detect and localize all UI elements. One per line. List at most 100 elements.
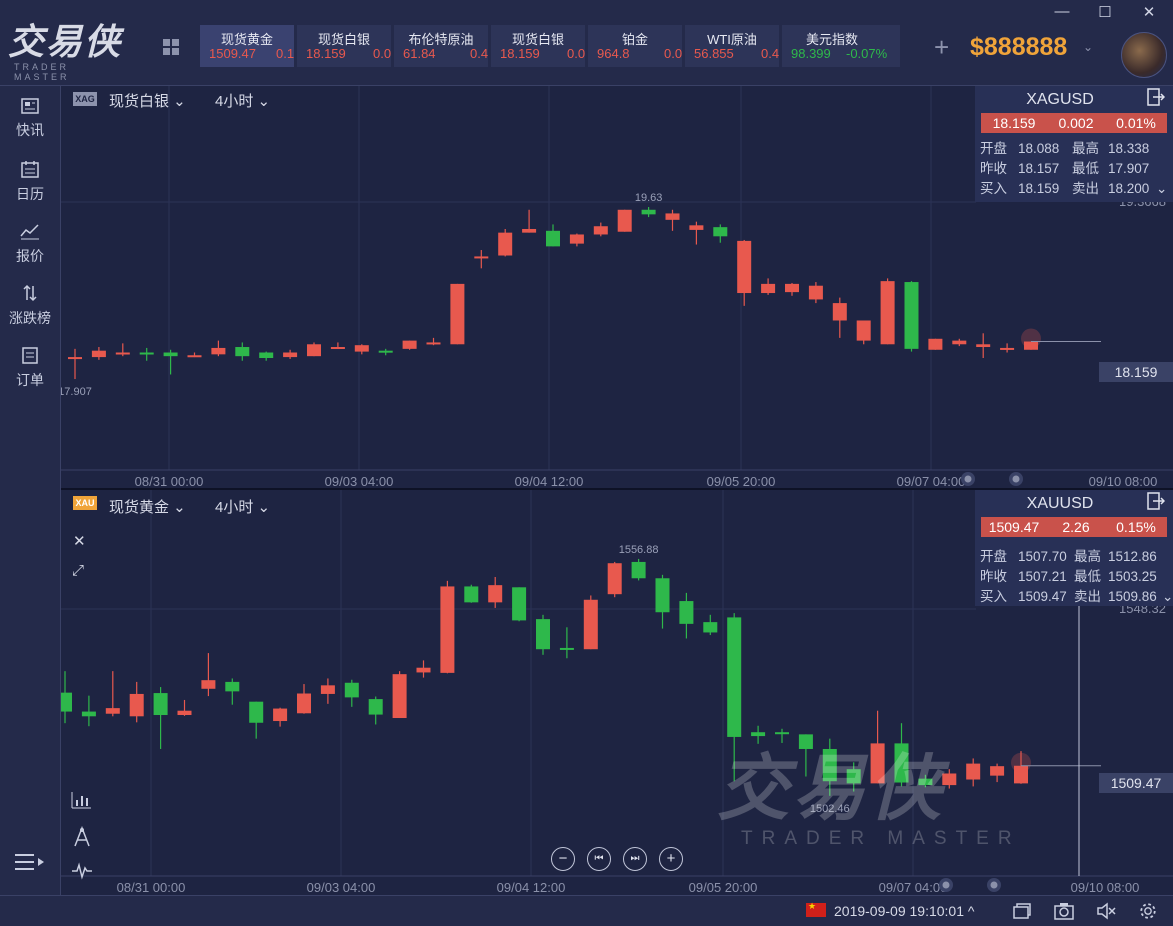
jump-first-button[interactable]: ⏮ <box>587 847 611 871</box>
jump-last-button[interactable]: ⏭ <box>623 847 647 871</box>
candle-body <box>129 693 144 717</box>
sidebar-item-ranking[interactable]: 涨跌榜 <box>0 284 60 328</box>
candle-body <box>498 232 513 256</box>
x-axis-tick-label: 08/31 00:00 <box>135 474 204 488</box>
minimize-button[interactable]: — <box>1050 3 1074 20</box>
sidebar-item-calendar[interactable]: 日历 <box>0 160 60 204</box>
account-balance[interactable]: $888888 <box>970 33 1067 62</box>
candle-body <box>153 693 168 716</box>
ranking-icon <box>23 284 37 302</box>
grid-menu-icon[interactable] <box>162 38 180 56</box>
settings-gear-icon[interactable] <box>1138 902 1158 920</box>
zoom-in-button[interactable]: + <box>659 847 683 871</box>
x-axis-tick-label: 08/31 00:00 <box>117 880 186 895</box>
candle-body <box>679 601 694 624</box>
candle-body <box>249 701 264 723</box>
quote-percent: 0.15% <box>1116 519 1156 535</box>
sidebar-item-label: 订单 <box>16 372 44 388</box>
ticker-item[interactable]: 现货白银 18.159 0.0 <box>297 25 391 67</box>
candle-body <box>727 617 742 737</box>
scroll-handle-dot <box>964 475 972 483</box>
label-open: 开盘 <box>980 549 1007 564</box>
scroll-handle-dot <box>942 881 950 889</box>
candle-body <box>1000 347 1015 350</box>
window-layout-icon[interactable] <box>1012 902 1032 920</box>
label-high: 最高 <box>1072 141 1099 156</box>
chart-panel-silver: 19.366808/31 00:0009/03 04:0009/04 12:00… <box>61 86 1173 490</box>
sidebar-item-quote[interactable]: 报价 <box>0 222 60 266</box>
interval-selector[interactable]: 4小时 ⌄ <box>215 90 270 111</box>
current-price-tag: 18.159 <box>1099 362 1173 382</box>
mute-icon[interactable] <box>1096 902 1116 920</box>
camera-icon[interactable] <box>1054 902 1074 920</box>
ticker-price: 18.159 <box>500 46 540 61</box>
sidebar-item-order[interactable]: 订单 <box>0 346 60 390</box>
logo-text: 交易侠 <box>8 22 123 63</box>
waveform-icon[interactable] <box>71 862 93 880</box>
symbol-tag: XAU <box>73 496 97 510</box>
candle-body <box>330 347 345 350</box>
quote-box: XAGUSD 18.159 0.002 0.01% 开盘 18.088 最高 18.3… <box>975 86 1173 202</box>
x-axis-tick-label: 09/03 04:00 <box>325 474 394 488</box>
candle-body <box>655 578 670 613</box>
sidebar-item-news[interactable]: 快讯 <box>0 98 60 140</box>
quote-row-prev: 昨收 18.157 最低 17.907 <box>980 157 1149 177</box>
candle-body <box>856 320 871 341</box>
ticker-item[interactable]: 美元指数 98.399 -0.07% <box>782 25 900 67</box>
candle-body <box>115 352 130 355</box>
interval-selector[interactable]: 4小时 ⌄ <box>215 496 270 517</box>
ticker-strip: 现货黄金 1509.47 0.1 现货白银 18.159 0.0 布伦特原油 61.84 0.4… <box>200 25 903 67</box>
sidebar-item-label: 报价 <box>16 248 44 264</box>
zoom-out-button[interactable]: − <box>551 847 575 871</box>
drawing-tool-icon[interactable] <box>71 826 93 848</box>
label-prev: 昨收 <box>980 569 1007 584</box>
fullscreen-icon[interactable]: ⤢ <box>72 562 84 579</box>
symbol-selector[interactable]: 现货黄金 ⌄ <box>109 496 186 517</box>
top-bar: 交易侠 TRADER MASTER 现货黄金 1509.47 0.1 现货白银 18.1… <box>0 0 1173 86</box>
value-open: 1507.70 <box>1018 549 1067 564</box>
avatar[interactable] <box>1121 32 1167 78</box>
quote-change: 0.002 <box>1058 115 1094 131</box>
ticker-item[interactable]: 现货黄金 1509.47 0.1 <box>200 25 294 67</box>
candle-body <box>354 345 369 352</box>
quote-row-open: 开盘 1507.70 最高 1512.86 <box>980 545 1157 565</box>
chevron-down-icon[interactable]: ⌄ <box>1156 181 1167 197</box>
menu-expand-icon[interactable] <box>14 852 46 872</box>
candle-body <box>546 230 560 247</box>
china-flag-icon[interactable] <box>806 901 826 917</box>
high-label: 1556.88 <box>619 544 659 556</box>
candle-body <box>440 586 455 673</box>
sidebar-item-label: 涨跌榜 <box>9 310 51 326</box>
candle-body <box>808 285 823 300</box>
chevron-down-icon[interactable]: ⌄ <box>1083 40 1093 54</box>
ticker-item[interactable]: 布伦特原油 61.84 0.4 <box>394 25 488 67</box>
add-button[interactable]: + <box>934 32 949 63</box>
candle-body <box>259 352 274 358</box>
ticker-item[interactable]: 铂金 964.8 0.0 <box>588 25 682 67</box>
candle-body <box>307 344 321 357</box>
ticker-item[interactable]: WTI原油 56.855 0.4 <box>685 25 779 67</box>
indicator-icon[interactable] <box>71 790 93 810</box>
sidebar-item-label: 日历 <box>16 186 44 202</box>
maximize-button[interactable]: ☐ <box>1093 3 1117 21</box>
candle-body <box>187 355 202 358</box>
news-icon <box>21 98 39 114</box>
quote-box: XAUUSD 1509.47 2.26 0.15% 开盘 1507.70 最高 151… <box>975 490 1173 606</box>
candle-body <box>81 711 96 717</box>
label-sell: 卖出 <box>1074 589 1101 604</box>
symbol-selector[interactable]: 现货白银 ⌄ <box>109 90 186 111</box>
ticker-change: 0.4 <box>470 46 488 61</box>
server-datetime[interactable]: 2019-09-09 19:10:01 ^ <box>834 903 974 919</box>
ticker-price: 964.8 <box>597 46 630 61</box>
ticker-change: 0.0 <box>373 46 391 61</box>
exit-icon[interactable] <box>1147 88 1165 106</box>
label-sell: 卖出 <box>1072 181 1099 196</box>
close-button[interactable]: ✕ <box>1137 3 1161 21</box>
high-label: 19.63 <box>635 192 663 204</box>
ticker-item[interactable]: 现货白银 18.159 0.0 <box>491 25 585 67</box>
exit-icon[interactable] <box>1147 492 1165 510</box>
candle-body <box>559 647 574 650</box>
close-icon[interactable]: ✕ <box>73 532 86 550</box>
chevron-down-icon[interactable]: ⌄ <box>1162 589 1173 605</box>
x-axis-tick-label: 09/03 04:00 <box>307 880 376 895</box>
